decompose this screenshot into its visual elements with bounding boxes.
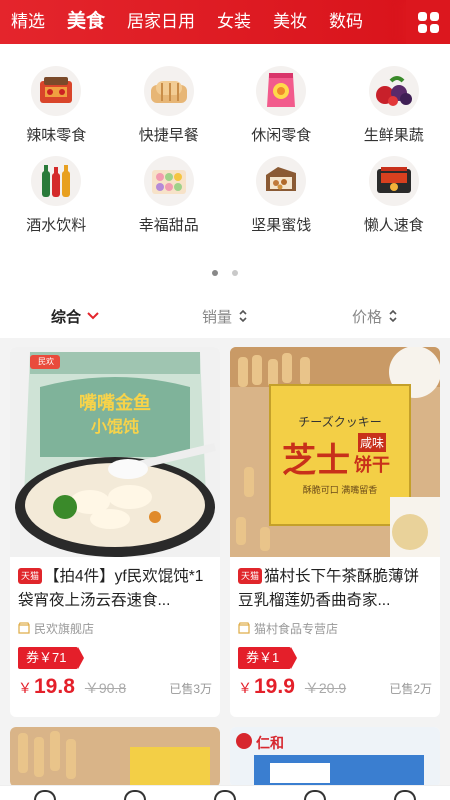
sold-count: 已售2万: [389, 682, 432, 696]
shop-row[interactable]: 民欢旗舰店: [10, 613, 220, 637]
category-icon[interactable]: [124, 790, 146, 800]
subcategory-casual-snack[interactable]: 休闲零食: [225, 66, 338, 150]
sort-arrows-icon: [239, 309, 247, 323]
chevron-down-icon: [87, 312, 99, 320]
image-flavor-text: 咸味: [358, 433, 387, 452]
shop-name: 猫村食品专营店: [254, 621, 339, 636]
image-sub-text: 酥脆可口 满嘴留香: [302, 485, 378, 495]
original-price: ￥90.8: [84, 680, 127, 696]
subcategory-label: 休闲零食: [251, 127, 312, 144]
tab-jujia-riyong[interactable]: 居家日用: [116, 0, 206, 44]
sold-count: 已售3万: [169, 682, 212, 696]
all-categories-button[interactable]: [406, 0, 450, 44]
snack-bag-icon: [256, 66, 307, 116]
product-title-text: 猫村长下午茶酥脆薄饼豆乳榴莲奶香曲奇家...: [238, 568, 420, 609]
subcategory-nuts[interactable]: 坚果蜜饯: [225, 156, 338, 240]
tab-jingxuan[interactable]: 精选: [0, 0, 56, 44]
product-image: [10, 727, 220, 787]
product-image: 民欢 嘴嘴金鱼 小馄饨: [10, 347, 220, 557]
image-kind-text: 饼干: [354, 455, 390, 475]
coupon-badge[interactable]: 券￥71: [18, 647, 85, 669]
instant-food-icon: [368, 156, 419, 206]
product-card[interactable]: 民欢 嘴嘴金鱼 小馄饨 天猫 【拍4件】yf民欢馄饨*1袋宵夜上汤云吞速食... …: [10, 347, 220, 717]
favorite-icon[interactable]: [304, 790, 326, 800]
image-title-line1: 嘴嘴金鱼: [79, 393, 151, 413]
shop-icon: [238, 622, 250, 634]
category-tab-bar: 精选 美食 居家日用 女装 美妆 数码: [0, 0, 450, 44]
sort-label: 综合: [50, 308, 81, 326]
partial-brand-text: 仁和: [256, 735, 284, 751]
tmall-badge: 天猫: [238, 568, 263, 584]
subcategory-label: 懒人速食: [363, 217, 424, 234]
product-card[interactable]: チーズクッキー 芝士 咸味 饼干 酥脆可口 满嘴留香 天猫 猫村长下午茶酥脆薄饼豆…: [230, 347, 440, 717]
subcategory-label: 坚果蜜饯: [251, 217, 312, 234]
subcategory-breakfast[interactable]: 快捷早餐: [113, 66, 226, 150]
price: ￥19.9: [238, 675, 295, 699]
subcategory-label: 辣味零食: [26, 127, 87, 144]
sort-arrows-icon: [389, 309, 397, 323]
page-indicator: [0, 270, 450, 276]
tab-nvzhuang[interactable]: 女装: [206, 0, 262, 44]
original-price: ￥20.9: [304, 680, 347, 696]
sort-bar: 综合 销量 价格: [0, 294, 450, 338]
shop-name: 民欢旗舰店: [34, 621, 95, 636]
image-brand-text: 民欢: [38, 357, 54, 366]
shop-row[interactable]: 猫村食品专营店: [230, 613, 440, 637]
product-card-partial[interactable]: [10, 727, 220, 787]
tab-meizhuang[interactable]: 美妆: [262, 0, 318, 44]
price-value: 19.8: [34, 675, 75, 698]
currency-symbol: ￥: [238, 680, 252, 696]
subcategory-fresh-fruit[interactable]: 生鲜果蔬: [338, 66, 450, 150]
tmall-badge: 天猫: [18, 568, 43, 584]
subcategory-drinks[interactable]: 酒水饮料: [0, 156, 113, 240]
breakfast-bread-icon: [143, 66, 194, 116]
sort-label: 销量: [201, 308, 232, 326]
shop-icon: [18, 622, 30, 634]
image-big-text: 芝士: [282, 442, 350, 480]
subcategory-label: 快捷早餐: [138, 127, 199, 144]
price-row: ￥19.9 ￥20.9 已售2万: [230, 669, 440, 699]
bottom-navigation: [0, 785, 450, 800]
profile-icon[interactable]: [394, 790, 416, 800]
tab-meishi[interactable]: 美食: [56, 0, 116, 44]
sort-label: 价格: [351, 308, 382, 326]
sort-sales[interactable]: 销量: [150, 294, 300, 338]
subcategory-dessert[interactable]: 幸福甜品: [113, 156, 226, 240]
product-image: チーズクッキー 芝士 咸味 饼干 酥脆可口 满嘴留香: [230, 347, 440, 557]
product-card-partial[interactable]: 仁和: [230, 727, 440, 787]
price-value: 19.9: [254, 675, 295, 698]
currency-symbol: ￥: [18, 680, 32, 696]
fresh-fruit-icon: [368, 66, 419, 116]
price-row: ￥19.8 ￥90.8 已售3万: [10, 669, 220, 699]
subcategory-instant-food[interactable]: 懒人速食: [338, 156, 450, 240]
coupon-badge[interactable]: 券￥1: [238, 647, 298, 669]
subcategory-label: 酒水饮料: [26, 217, 87, 234]
dessert-box-icon: [143, 156, 194, 206]
cart-icon[interactable]: [214, 790, 236, 800]
image-jp-text: チーズクッキー: [298, 415, 382, 429]
subcategory-label: 生鲜果蔬: [363, 127, 424, 144]
product-title-text: 【拍4件】yf民欢馄饨*1袋宵夜上汤云吞速食...: [18, 568, 204, 609]
page-dot-active: [212, 270, 218, 276]
page-dot: [232, 270, 238, 276]
price: ￥19.8: [18, 675, 75, 699]
subcategory-spicy-snack[interactable]: 辣味零食: [0, 66, 113, 150]
tab-shuma[interactable]: 数码: [318, 0, 374, 44]
sort-price[interactable]: 价格: [300, 294, 450, 338]
product-title: 天猫 【拍4件】yf民欢馄饨*1袋宵夜上汤云吞速食...: [10, 557, 220, 613]
grid-icon: [417, 11, 439, 33]
sort-comprehensive[interactable]: 综合: [0, 294, 150, 338]
image-title-line2: 小馄饨: [90, 419, 139, 436]
spicy-snack-icon: [31, 66, 82, 116]
bottles-icon: [31, 156, 82, 206]
nuts-icon: [256, 156, 307, 206]
product-title: 天猫 猫村长下午茶酥脆薄饼豆乳榴莲奶香曲奇家...: [230, 557, 440, 613]
subcategory-label: 幸福甜品: [138, 217, 199, 234]
home-icon[interactable]: [34, 790, 56, 800]
subcategory-panel: 辣味零食 快捷早餐 休闲零食 生鲜果蔬 酒水饮料 幸福甜品 坚果蜜饯 懒人速食: [0, 44, 450, 294]
